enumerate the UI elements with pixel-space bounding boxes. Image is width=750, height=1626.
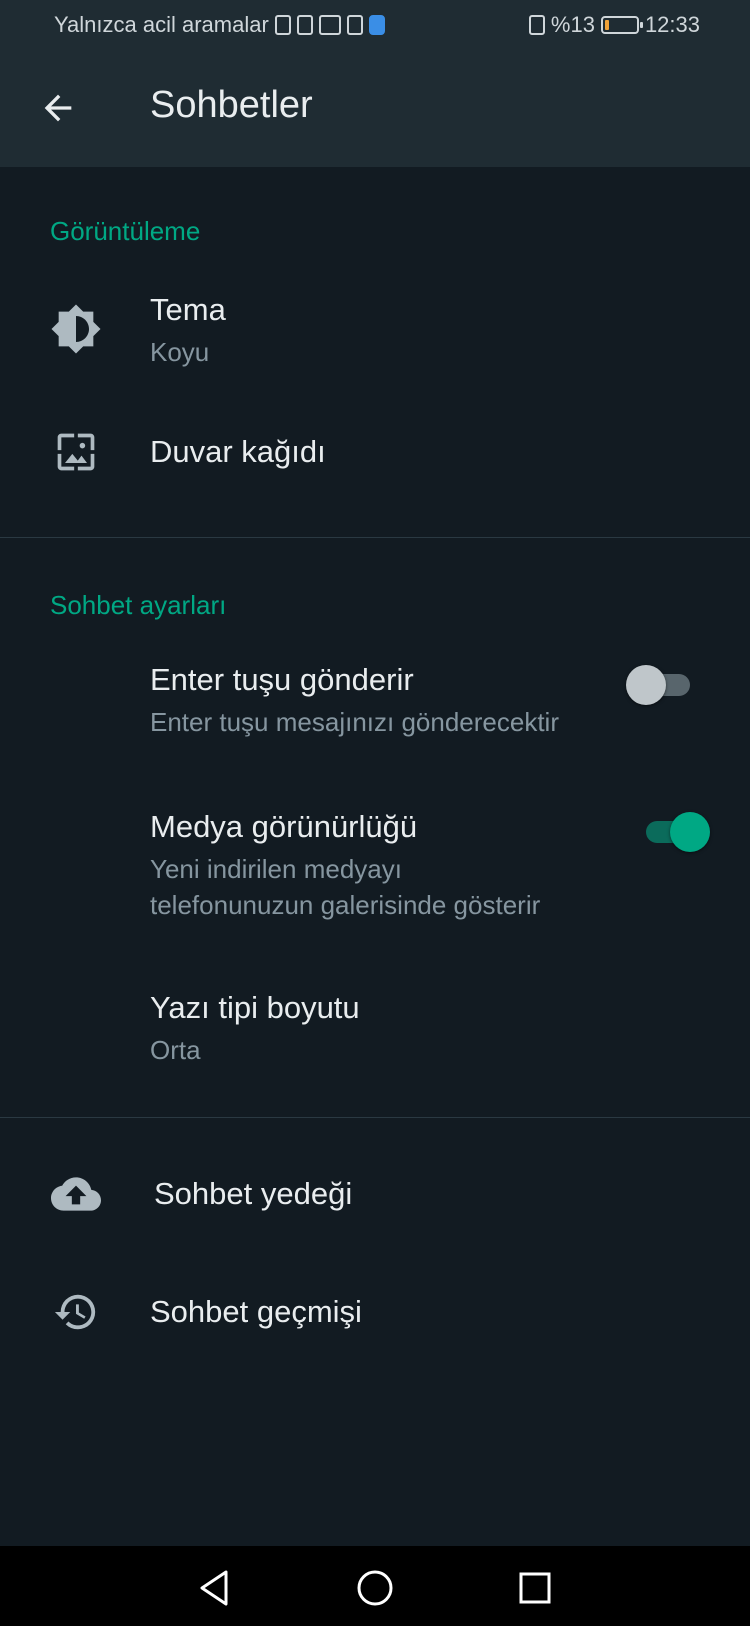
- theme-row[interactable]: Tema Koyu: [0, 276, 750, 386]
- media-visibility-toggle[interactable]: [642, 809, 710, 855]
- history-icon: [50, 1286, 102, 1338]
- upload-notification-icon: [296, 15, 313, 35]
- vibrate-icon: [528, 15, 545, 35]
- gmail-notification-icon: [318, 15, 341, 35]
- wallpaper-row[interactable]: Duvar kağıdı: [0, 400, 750, 510]
- chat-backup-title: Sohbet yedeği: [154, 1176, 353, 1211]
- carrier-text: Yalnızca acil aramalar: [54, 12, 269, 37]
- status-bar-right: %13 12:33: [528, 12, 700, 38]
- system-navigation-bar: [0, 1546, 750, 1626]
- divider: [0, 1117, 750, 1118]
- app-notification-icon: [368, 15, 385, 35]
- nav-back-button[interactable]: [186, 1560, 242, 1616]
- enter-is-send-row[interactable]: Enter tuşu gönderir Enter tuşu mesajınız…: [0, 650, 750, 760]
- alert-notification-icon: [274, 15, 291, 35]
- toggle-thumb: [670, 812, 710, 852]
- arrow-left-icon: [44, 94, 72, 122]
- enter-is-send-title: Enter tuşu gönderir: [150, 662, 414, 697]
- media-visibility-title: Medya görünürlüğü: [150, 809, 418, 844]
- page-title: Sohbetler: [150, 84, 313, 126]
- nav-back-triangle-icon: [200, 1570, 228, 1606]
- nav-home-button[interactable]: [347, 1560, 403, 1616]
- media-visibility-row[interactable]: Medya görünürlüğü Yeni indirilen medyayı…: [0, 797, 750, 927]
- wallpaper-title: Duvar kağıdı: [150, 434, 326, 469]
- cloud-upload-icon: [50, 1168, 102, 1220]
- section-header-display: Görüntüleme: [50, 216, 201, 246]
- chat-history-row[interactable]: Sohbet geçmişi: [0, 1258, 750, 1368]
- status-bar-left: Yalnızca acil aramalar: [54, 12, 385, 38]
- nav-home-circle-icon: [357, 1570, 393, 1606]
- media-visibility-subtitle-line1: Yeni indirilen medyayı: [150, 854, 402, 884]
- enter-is-send-toggle[interactable]: [626, 662, 694, 708]
- media-visibility-subtitle-line2: telefonunuzun galerisinde gösterir: [150, 890, 541, 920]
- status-bar: Yalnızca acil aramalar %13 12:33: [0, 0, 750, 50]
- clock: 12:33: [644, 12, 700, 37]
- font-size-title: Yazı tipi boyutu: [150, 990, 360, 1025]
- back-button[interactable]: [30, 80, 86, 136]
- battery-fill: [604, 20, 609, 30]
- font-size-row[interactable]: Yazı tipi boyutu Orta: [0, 978, 750, 1088]
- nav-recents-button[interactable]: [507, 1560, 563, 1616]
- brightness-icon: [50, 303, 102, 355]
- theme-title: Tema: [150, 292, 226, 327]
- theme-subtitle: Koyu: [150, 337, 210, 367]
- chat-backup-row[interactable]: Sohbet yedeği: [0, 1140, 750, 1250]
- battery-saver-notification-icon: [346, 15, 363, 35]
- divider: [0, 537, 750, 538]
- nav-recents-square-icon: [519, 1572, 551, 1604]
- font-size-subtitle: Orta: [150, 1035, 201, 1065]
- section-header-chat-settings: Sohbet ayarları: [50, 590, 227, 620]
- battery-icon: [600, 16, 643, 34]
- toggle-thumb: [626, 665, 666, 705]
- battery-percent: %13: [550, 12, 595, 37]
- chat-history-title: Sohbet geçmişi: [150, 1294, 362, 1329]
- enter-is-send-subtitle: Enter tuşu mesajınızı gönderecektir: [150, 707, 559, 737]
- wallpaper-icon: [50, 426, 102, 478]
- app-bar: Sohbetler: [0, 50, 750, 167]
